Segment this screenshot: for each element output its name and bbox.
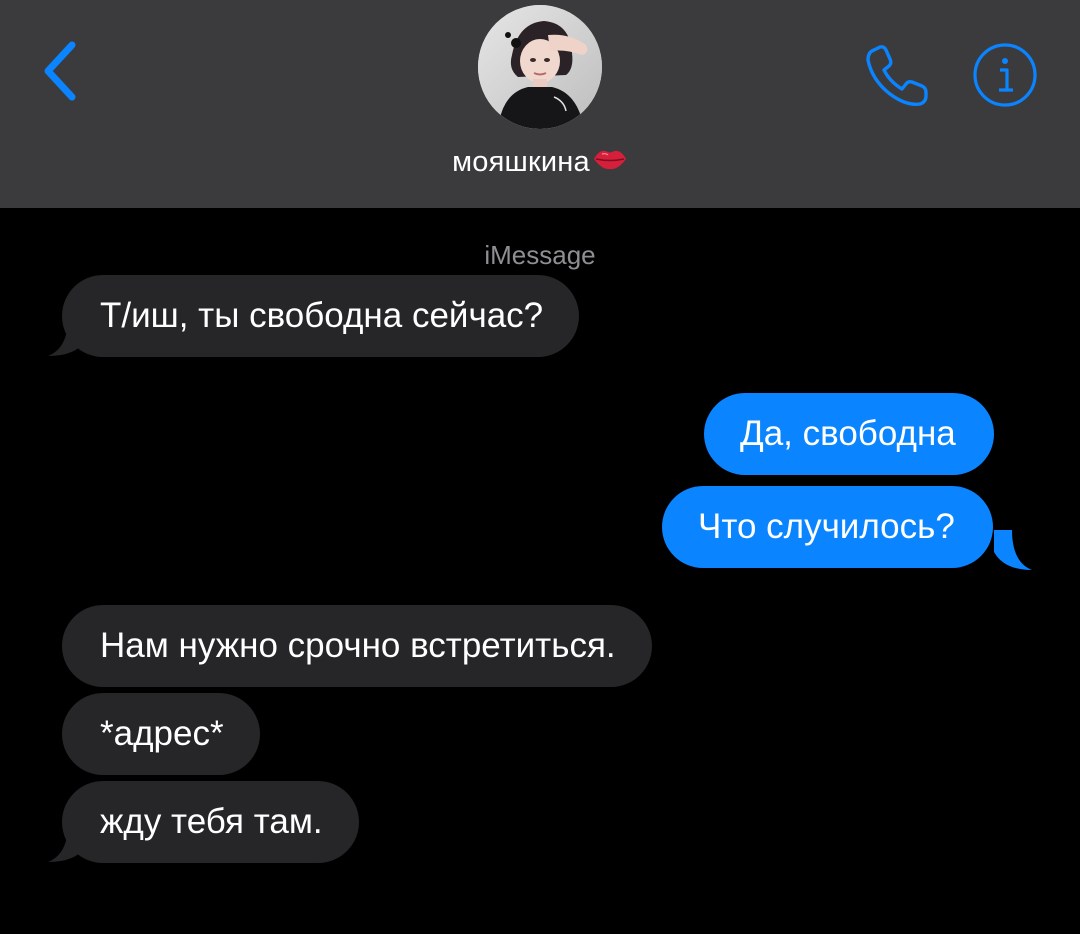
chevron-left-icon — [44, 41, 76, 101]
contact-avatar[interactable] — [478, 5, 602, 129]
avatar-photo — [478, 5, 602, 129]
kiss-mark-icon — [592, 146, 628, 180]
message-bubble-incoming[interactable]: *адрес* — [62, 693, 260, 775]
message-text: *адрес* — [100, 714, 224, 753]
message-text: жду тебя там. — [100, 802, 323, 841]
message-text: Т/иш, ты свободна сейчас? — [100, 296, 544, 335]
call-button[interactable] — [860, 40, 934, 110]
message-text: Что случилось? — [698, 507, 955, 546]
contact-name[interactable]: мояшкина — [0, 146, 1080, 180]
contact-name-text: мояшкина — [452, 146, 590, 178]
message-bubble-outgoing[interactable]: Да, свободна — [704, 393, 994, 475]
bubble-tail — [994, 530, 1032, 570]
message-bubble-incoming[interactable]: Нам нужно срочно встретиться. — [62, 605, 652, 687]
phone-icon — [866, 45, 928, 106]
message-bubble-incoming[interactable]: Т/иш, ты свободна сейчас? — [62, 275, 580, 357]
conversation-header: мояшкина — [0, 0, 1080, 208]
info-icon — [973, 43, 1037, 107]
info-button[interactable] — [972, 42, 1038, 108]
message-bubble-outgoing[interactable]: Что случилось? — [662, 486, 993, 568]
service-label: iMessage — [484, 240, 596, 270]
back-button[interactable] — [30, 36, 90, 106]
message-text: Нам нужно срочно встретиться. — [100, 626, 616, 665]
message-text: Да, свободна — [740, 414, 956, 453]
message-bubble-incoming[interactable]: жду тебя там. — [62, 781, 359, 863]
